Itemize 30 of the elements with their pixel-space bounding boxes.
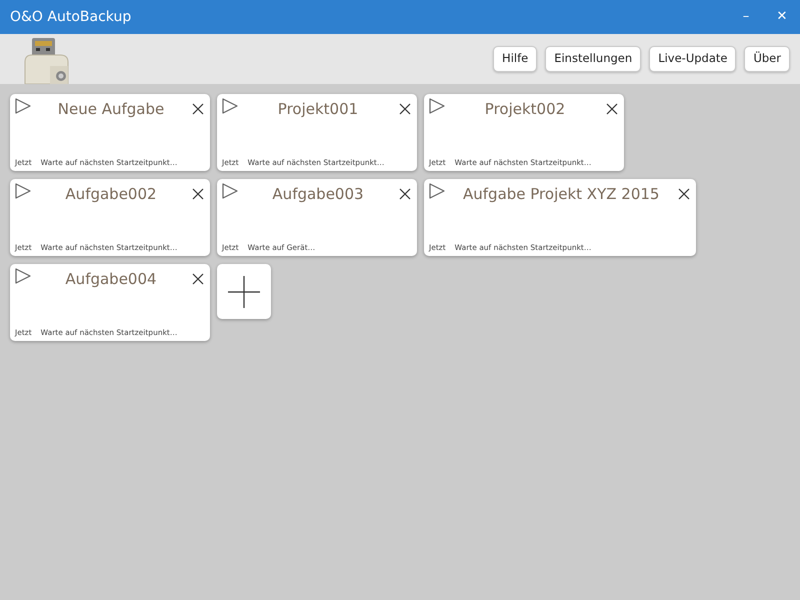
close-button[interactable] bbox=[191, 187, 205, 201]
window-title: O&O AutoBackup bbox=[10, 8, 132, 26]
task-title: Aufgabe Projekt XYZ 2015 bbox=[462, 184, 660, 205]
close-button[interactable] bbox=[605, 102, 619, 116]
task-title: Projekt001 bbox=[276, 99, 360, 120]
toolbar-button[interactable]: Live-Update bbox=[649, 46, 736, 72]
close-button[interactable] bbox=[677, 187, 692, 201]
close-button[interactable] bbox=[191, 102, 205, 116]
toolbar-button[interactable]: Einstellungen bbox=[545, 46, 642, 72]
play-icon[interactable] bbox=[15, 183, 31, 199]
play-icon[interactable] bbox=[15, 98, 31, 114]
close-button[interactable] bbox=[398, 187, 412, 201]
task-title: Aufgabe004 bbox=[64, 269, 158, 290]
close-button[interactable]: ✕ bbox=[764, 0, 800, 34]
task-title: Neue Aufgabe bbox=[56, 99, 166, 120]
play-icon[interactable] bbox=[222, 183, 238, 199]
plus-icon bbox=[226, 274, 262, 310]
add-task-button[interactable] bbox=[217, 264, 271, 319]
task-title: Aufgabe002 bbox=[64, 184, 158, 205]
close-button[interactable] bbox=[191, 272, 205, 286]
task-title: Aufgabe003 bbox=[271, 184, 365, 205]
toolbar-button[interactable]: Über bbox=[744, 46, 790, 72]
play-icon[interactable] bbox=[15, 268, 31, 284]
task-title: Projekt002 bbox=[484, 99, 566, 120]
close-button[interactable] bbox=[398, 102, 412, 116]
play-icon[interactable] bbox=[429, 183, 445, 199]
play-icon[interactable] bbox=[222, 98, 238, 114]
toolbar-button[interactable]: Hilfe bbox=[493, 46, 538, 72]
minimize-button[interactable]: – bbox=[728, 0, 764, 34]
play-icon[interactable] bbox=[429, 98, 445, 114]
